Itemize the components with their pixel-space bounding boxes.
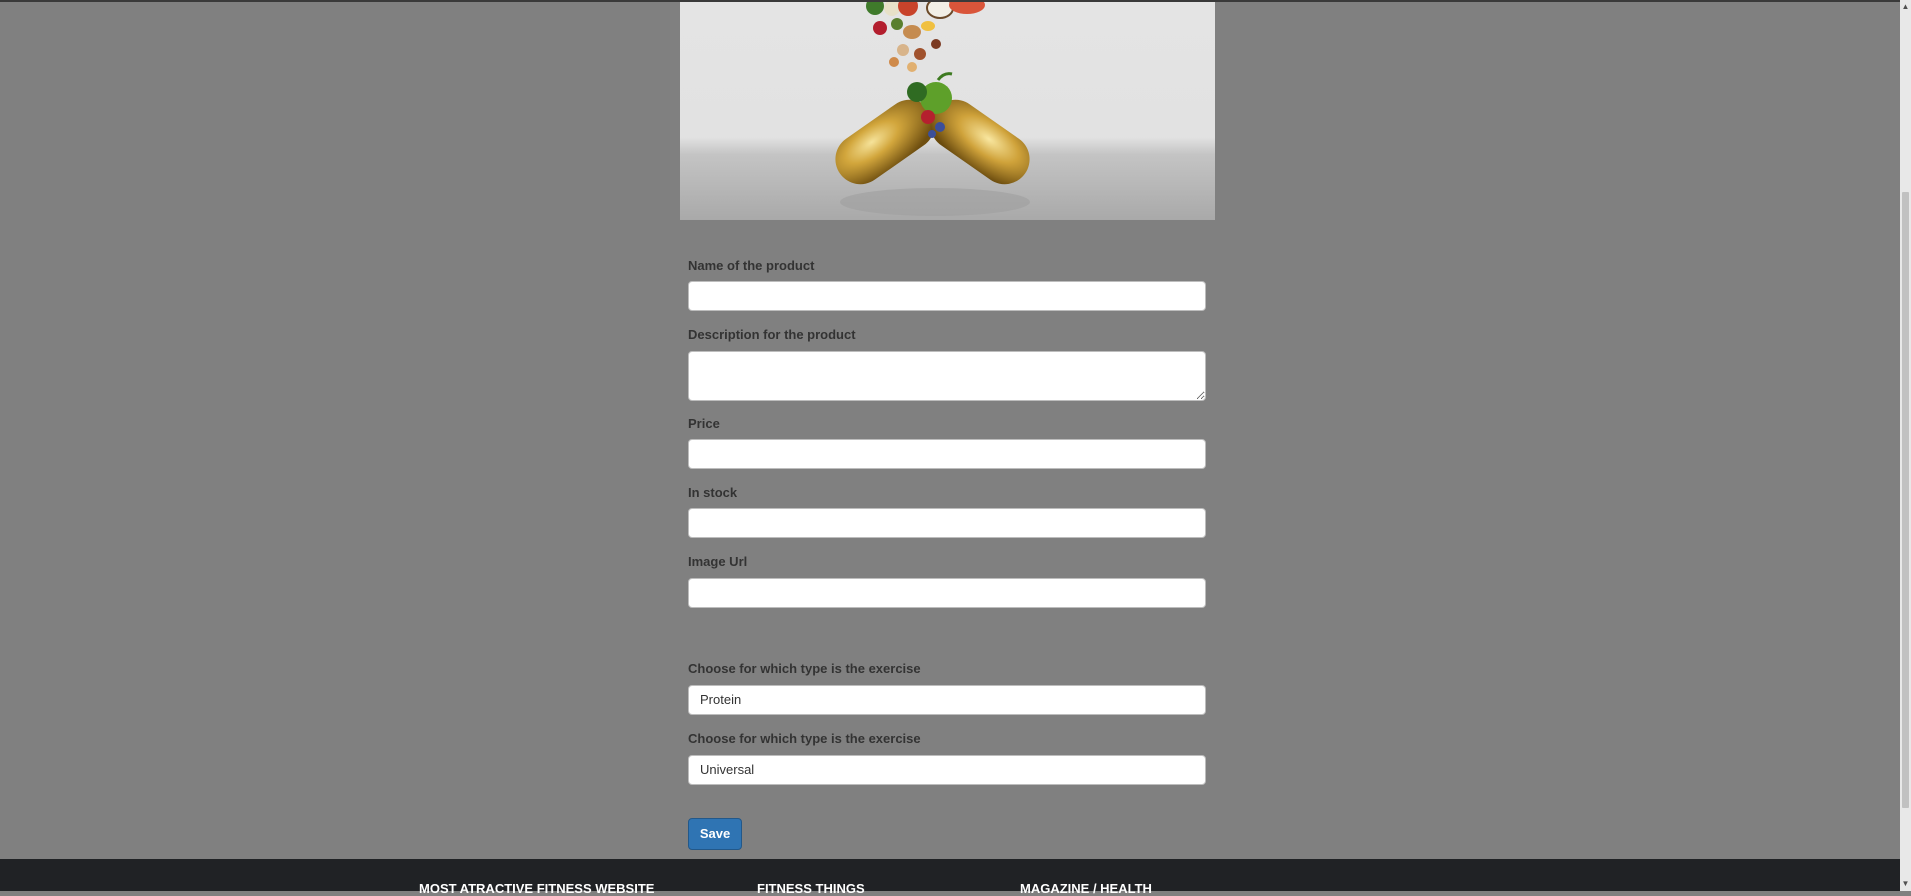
image-url-label: Image Url	[688, 554, 748, 569]
footer: MOST ATRACTIVE FITNESS WEBSITE FITNESS T…	[0, 859, 1900, 896]
name-label: Name of the product	[688, 258, 815, 273]
description-label: Description for the product	[688, 327, 856, 342]
save-button[interactable]: Save	[688, 818, 742, 850]
type-label: Choose for which type is the exercise	[688, 661, 921, 676]
category-select[interactable]: Universal	[688, 755, 1206, 785]
in-stock-label: In stock	[688, 485, 738, 500]
footer-heading-website: MOST ATRACTIVE FITNESS WEBSITE	[419, 881, 655, 896]
product-description-textarea[interactable]	[688, 351, 1206, 401]
price-input[interactable]	[688, 439, 1206, 469]
scroll-up-arrow-icon[interactable]: ▲	[1900, 2, 1911, 12]
category-label: Choose for which type is the exercise	[688, 731, 921, 746]
scrollbar-thumb[interactable]	[1902, 192, 1909, 808]
page-scrollbar[interactable]: ▲ ▼	[1900, 0, 1911, 891]
image-url-input[interactable]	[688, 578, 1206, 608]
price-label: Price	[688, 416, 720, 431]
footer-heading-magazine: MAGAZINE / HEALTH	[1020, 881, 1152, 896]
footer-heading-fitness-things: FITNESS THINGS	[757, 881, 865, 896]
scroll-down-arrow-icon[interactable]: ▼	[1900, 879, 1911, 889]
product-name-input[interactable]	[688, 281, 1206, 311]
in-stock-input[interactable]	[688, 508, 1206, 538]
type-select[interactable]: Protein	[688, 685, 1206, 715]
product-image	[680, 2, 1215, 220]
